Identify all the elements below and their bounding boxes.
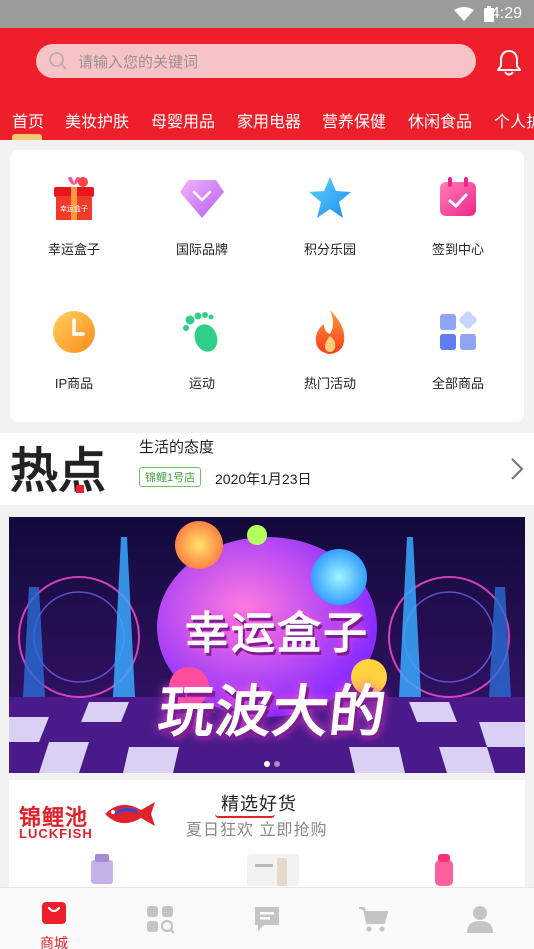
product-thumbnail[interactable] — [429, 854, 459, 886]
grid-item-label: 国际品牌 — [175, 242, 228, 257]
header: 请输入您的关键词 首页 美妆护肤 母婴用品 家用电器 营养保健 休闲食品 个人护 — [0, 28, 534, 140]
notification-bell-icon[interactable] — [496, 48, 522, 76]
grid-item-ip-products[interactable]: IP商品 — [10, 308, 138, 392]
fish-logo-icon — [105, 802, 155, 826]
category-tabs: 首页 美妆护肤 母婴用品 家用电器 营养保健 休闲食品 个人护 — [0, 108, 534, 140]
star-icon — [309, 177, 351, 218]
tab-mall[interactable]: 商城 — [14, 888, 94, 949]
grid-item-sports[interactable]: 运动 — [138, 308, 266, 392]
search-input[interactable]: 请输入您的关键词 — [36, 44, 476, 78]
promo-banner[interactable]: 幸运盒子 玩波大的 — [9, 517, 525, 773]
tab-categories[interactable] — [120, 888, 200, 949]
feature-grid: 幸运盒子 幸运盒子 国际品牌 积分乐园 签到中心 IP商品 运动 热门活动 全部… — [10, 150, 524, 422]
store-tag: 锦鲤1号店 — [139, 467, 202, 487]
cart-icon — [359, 907, 388, 932]
tab-label: 商城 — [40, 935, 68, 949]
product-thumbnail[interactable] — [247, 854, 299, 886]
tab-cart[interactable] — [333, 888, 413, 949]
store-section-subtitle: 夏日狂欢 立即抢购 — [186, 822, 328, 839]
hot-news-logo: 热点 — [10, 443, 106, 497]
grid-item-hot-activities[interactable]: 热门活动 — [266, 308, 394, 392]
search-placeholder: 请输入您的关键词 — [78, 53, 199, 71]
shop-bag-icon — [42, 902, 66, 924]
hot-news-title: 生活的态度 — [139, 439, 215, 456]
grid-item-label: 全部商品 — [431, 376, 484, 391]
tab-home[interactable]: 首页 — [12, 108, 44, 132]
svg-text:幸运盒子: 幸运盒子 — [60, 204, 88, 213]
grid-item-international-brands[interactable]: 国际品牌 — [138, 174, 266, 258]
message-icon — [255, 907, 279, 931]
grid-item-label: IP商品 — [54, 376, 94, 391]
grid-item-label: 签到中心 — [431, 242, 484, 257]
tab-profile[interactable] — [440, 888, 520, 949]
tab-snacks[interactable]: 休闲食品 — [408, 108, 472, 132]
diamond-icon — [180, 180, 224, 218]
store-section[interactable]: 锦鲤池 LUCKFISH 精选好货 夏日狂欢 立即抢购 — [9, 780, 525, 890]
grid-item-all-products[interactable]: 全部商品 — [394, 308, 522, 392]
footprint-icon — [183, 312, 218, 352]
clock-icon — [53, 311, 95, 353]
user-icon — [467, 906, 493, 933]
calendar-check-icon — [440, 177, 476, 216]
category-blocks-icon — [440, 311, 477, 350]
gift-box-icon: 幸运盒子 — [54, 176, 94, 220]
svg-text:热点: 热点 — [10, 443, 106, 497]
bottom-tab-bar: 商城 — [0, 887, 534, 949]
status-bar: 4:29 — [0, 0, 534, 28]
grid-item-label: 运动 — [188, 376, 215, 391]
grid-item-label: 热门活动 — [303, 376, 356, 391]
tab-baby[interactable]: 母婴用品 — [151, 108, 215, 132]
banner-slogan: 玩波大的 — [155, 680, 390, 743]
wifi-icon — [454, 7, 474, 21]
hot-news-date: 2020年1月23日 — [215, 471, 312, 487]
status-time: 4:29 — [490, 5, 522, 22]
store-logo-english: LUCKFISH — [19, 826, 93, 841]
tab-personal-care[interactable]: 个人护 — [494, 108, 534, 132]
store-section-title: 精选好货 — [221, 794, 297, 814]
flame-icon — [315, 310, 345, 354]
product-thumbnail[interactable] — [85, 854, 119, 884]
tab-beauty[interactable]: 美妆护肤 — [65, 108, 129, 132]
grid-item-label: 幸运盒子 — [47, 242, 100, 257]
tab-nutrition[interactable]: 营养保健 — [322, 108, 386, 132]
active-tab-indicator — [12, 134, 42, 140]
grid-item-label: 积分乐园 — [303, 242, 356, 257]
hot-news-bar[interactable]: 热点 生活的态度 锦鲤1号店 2020年1月23日 — [0, 433, 534, 505]
tab-messages[interactable] — [227, 888, 307, 949]
grid-item-lucky-box[interactable]: 幸运盒子 幸运盒子 — [10, 174, 138, 258]
search-icon — [49, 52, 67, 70]
category-search-icon — [147, 906, 175, 934]
grid-item-checkin-center[interactable]: 签到中心 — [394, 174, 522, 258]
chevron-right-icon — [511, 458, 524, 480]
tab-appliances[interactable]: 家用电器 — [237, 108, 301, 132]
grid-item-points-park[interactable]: 积分乐园 — [266, 174, 394, 258]
banner-headline: 幸运盒子 — [185, 609, 369, 658]
